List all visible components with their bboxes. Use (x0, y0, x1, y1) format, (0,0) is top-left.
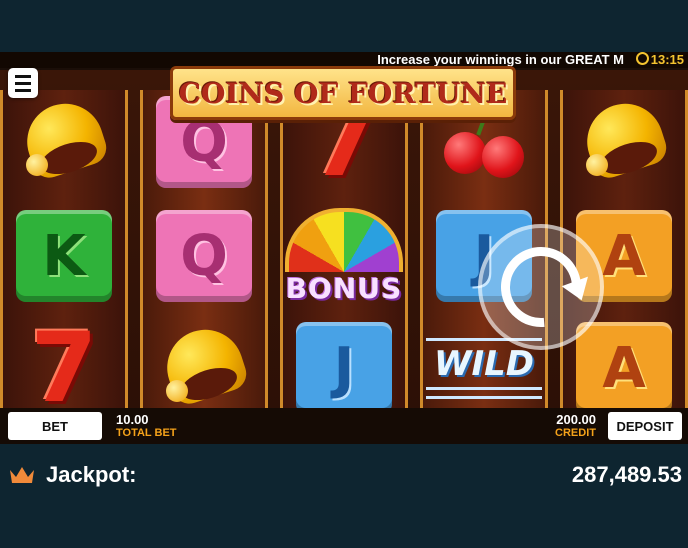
j-tile: J (296, 322, 392, 414)
symbol-j: J (291, 318, 397, 418)
clock: 13:15 (635, 52, 684, 67)
symbol-bell (571, 92, 677, 192)
jackpot-value: 287,489.53 (571, 462, 682, 487)
symbol-bonus: BONUS (285, 206, 403, 306)
total-bet-value: 10.00 (116, 412, 149, 427)
bonus-wheel-icon (285, 207, 403, 272)
refresh-icon (484, 230, 598, 344)
bet-button[interactable]: BET (8, 412, 102, 440)
reel-3: 7 BONUS J (280, 86, 408, 436)
bell-icon (577, 93, 671, 186)
deposit-button[interactable]: DEPOSIT (608, 412, 682, 440)
hamburger-icon (15, 74, 31, 78)
a-tile: A (576, 322, 672, 414)
clock-icon (635, 52, 649, 65)
reel-2: Q Q (140, 90, 268, 436)
logo-text: COINS OF FORTUNE (178, 76, 508, 110)
game-logo: COINS OF FORTUNE (170, 66, 516, 120)
control-bar: BET 10.00 TOTAL BET 200.00 CREDIT DEPOSI… (0, 408, 688, 444)
total-bet-label: TOTAL BET (116, 427, 177, 439)
game-frame: Increase your winnings in our GREAT M 13… (0, 52, 688, 444)
q-tile: Q (156, 210, 252, 302)
symbol-k: K (11, 206, 117, 306)
symbol-a: A (571, 318, 677, 418)
ticker-text: Increase your winnings in our GREAT M (377, 52, 624, 67)
menu-button[interactable] (8, 68, 38, 98)
bell-icon (157, 319, 251, 412)
jackpot-bar: Jackpot: 287,489.53 (0, 452, 688, 502)
symbol-bell (11, 92, 117, 192)
bonus-label: BONUS (285, 271, 403, 305)
crown-icon (10, 467, 34, 483)
spin-button[interactable] (478, 224, 604, 350)
jackpot-label: Jackpot: (46, 462, 137, 487)
clock-time: 13:15 (650, 52, 684, 67)
symbol-q: Q (151, 206, 257, 306)
credit-label: CREDIT (555, 427, 596, 439)
wild-label: WILD (433, 343, 535, 384)
credit-value: 200.00 (556, 412, 596, 427)
k-tile: K (16, 210, 112, 302)
reel-1: K 7 (0, 90, 128, 436)
bell-icon (17, 93, 111, 186)
symbol-bell (151, 318, 257, 418)
symbol-seven: 7 (11, 312, 117, 424)
